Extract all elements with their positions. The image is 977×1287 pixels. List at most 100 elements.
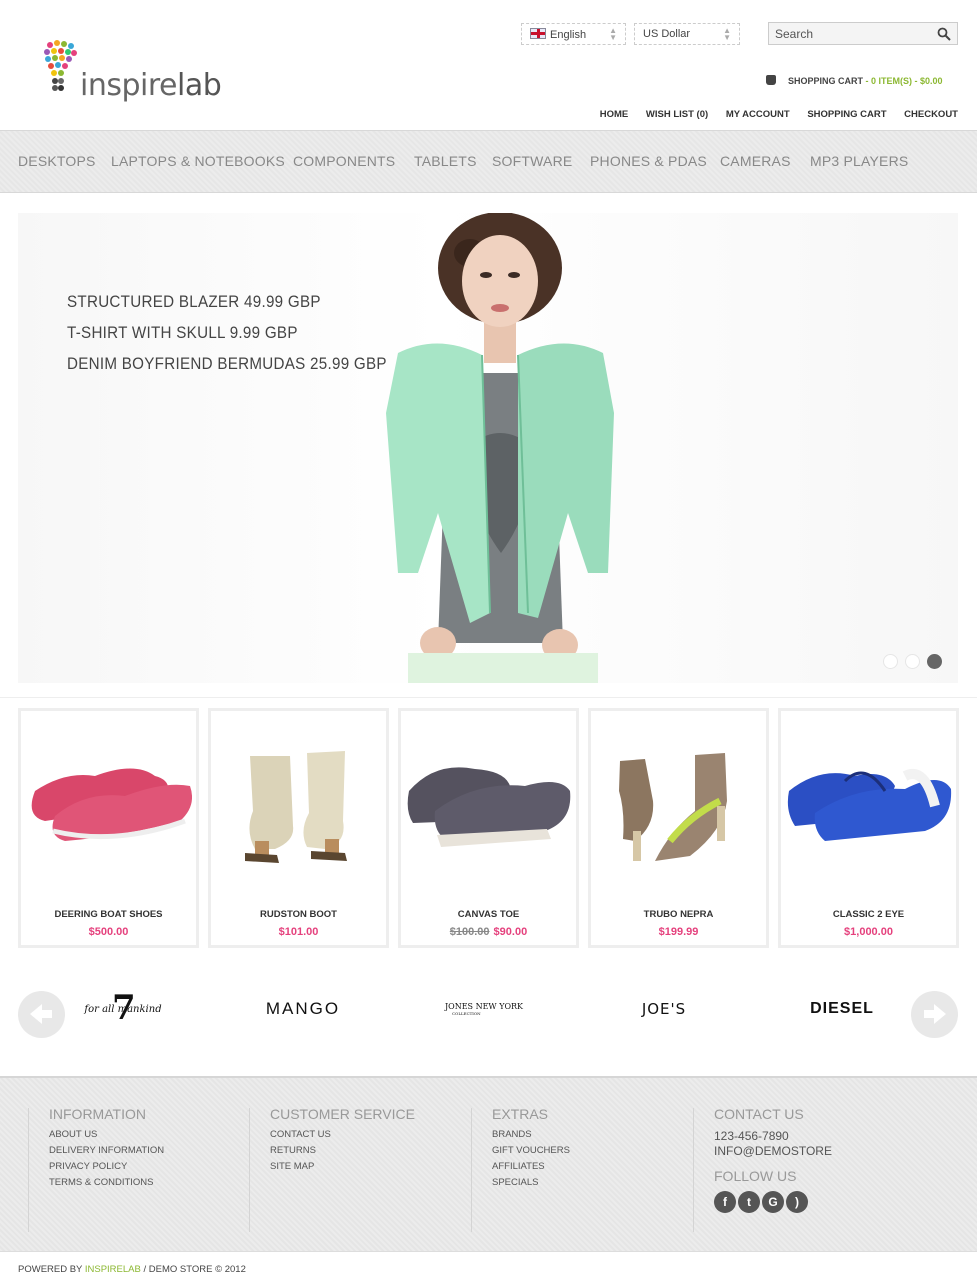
powered-prefix: POWERED BY (18, 1264, 85, 1275)
powered-suffix: / DEMO STORE © 2012 (140, 1264, 246, 1275)
updown-arrow-icon: ▲ ▼ (609, 26, 617, 42)
product-name[interactable]: DEERING BOAT SHOES (21, 909, 196, 920)
nav-item-phones[interactable]: PHONES & PDAS (590, 153, 707, 169)
banner-line: DENIM BOYFRIEND BERMUDAS 25.99 GBP (67, 355, 387, 373)
footer-link-about[interactable]: ABOUT US (49, 1129, 164, 1145)
search-placeholder: Search (775, 27, 814, 41)
product-image (31, 768, 192, 841)
footer-information: INFORMATION ABOUT US DELIVERY INFORMATIO… (49, 1106, 164, 1193)
footer-link-vouchers[interactable]: GIFT VOUCHERS (492, 1145, 570, 1161)
product-card[interactable]: CANVAS TOE $100.00 $90.00 (398, 708, 579, 948)
product-price-current: $500.00 (88, 926, 129, 938)
site-logo[interactable]: inspirelab (42, 40, 222, 104)
bottom-bar: POWERED BY INSPIRELAB / DEMO STORE © 201… (0, 1251, 977, 1287)
powered-brand-link[interactable]: INSPIRELAB (85, 1264, 141, 1275)
slider-dot-1[interactable] (883, 654, 898, 669)
cart-bag-icon (766, 75, 776, 85)
footer-link-contact[interactable]: CONTACT US (270, 1129, 415, 1145)
search-icon[interactable] (937, 27, 951, 41)
product-image (787, 769, 952, 841)
slider-dot-3[interactable] (927, 654, 942, 669)
footer-link-affiliates[interactable]: AFFILIATES (492, 1161, 570, 1177)
product-name[interactable]: RUDSTON BOOT (211, 909, 386, 920)
cart-count: - 0 ITEM(S) - $0.00 (863, 76, 943, 86)
product-card[interactable]: TRUBO NEPRA $199.99 (588, 708, 769, 948)
brands-prev-button[interactable] (18, 991, 65, 1038)
footer-link-sitemap[interactable]: SITE MAP (270, 1161, 415, 1177)
banner-line: STRUCTURED BLAZER 49.99 GBP (67, 293, 321, 311)
brand-seven: 7 (112, 988, 136, 1028)
contact-email[interactable]: INFO@DEMOSTORE (714, 1144, 832, 1159)
nav-item-tablets[interactable]: TABLETS (414, 153, 477, 169)
footer-heading: FOLLOW US (714, 1168, 797, 1184)
product-name[interactable]: CLASSIC 2 EYE (781, 909, 956, 920)
nav-item-laptops[interactable]: LAPTOPS & NOTEBOOKS (111, 153, 285, 169)
brand-logo-diesel[interactable]: DIESEL (796, 990, 888, 1028)
language-value: English (550, 29, 587, 41)
top-links: HOME WISH LIST (0) MY ACCOUNT SHOPPING C… (585, 109, 958, 120)
shopping-cart-summary[interactable]: SHOPPING CART - 0 ITEM(S) - $0.00 (766, 75, 943, 86)
footer-divider (693, 1108, 694, 1232)
product-price: $1,000.00 (781, 926, 956, 938)
footer-customer-service: CUSTOMER SERVICE CONTACT US RETURNS SITE… (270, 1106, 415, 1177)
product-price: $199.99 (591, 926, 766, 938)
footer-heading: CONTACT US (714, 1106, 804, 1122)
product-card[interactable]: RUDSTON BOOT $101.00 (208, 708, 389, 948)
product-price: $100.00 $90.00 (401, 926, 576, 938)
product-name[interactable]: CANVAS TOE (401, 909, 576, 920)
brands-next-button[interactable] (911, 991, 958, 1038)
link-wish-list[interactable]: WISH LIST (0) (646, 109, 708, 120)
product-image (619, 753, 727, 861)
social-icons: f t G) (714, 1191, 832, 1213)
contact-phone: 123-456-7890 (714, 1129, 789, 1143)
site-header: inspirelab English ▲ ▼ US Dollar ▲ ▼ Searc… (0, 0, 977, 130)
footer-link-privacy[interactable]: PRIVACY POLICY (49, 1161, 164, 1177)
search-input[interactable]: Search (768, 22, 958, 45)
nav-item-components[interactable]: COMPONENTS (293, 153, 395, 169)
divider (0, 697, 977, 698)
product-image (245, 751, 347, 863)
footer-link-delivery[interactable]: DELIVERY INFORMATION (49, 1145, 164, 1161)
twitter-icon[interactable]: t (738, 1191, 760, 1213)
brand-logo-mango[interactable]: MANGO (253, 990, 353, 1028)
language-select[interactable]: English ▲ ▼ (521, 23, 626, 45)
slider-dot-2[interactable] (905, 654, 920, 669)
rss-icon[interactable]: ) (786, 1191, 808, 1213)
currency-select[interactable]: US Dollar ▲ ▼ (634, 23, 740, 45)
product-name[interactable]: TRUBO NEPRA (591, 909, 766, 920)
cart-label: SHOPPING CART (788, 76, 864, 86)
brand-sub: COLLECTION (452, 1011, 481, 1016)
hero-slider[interactable]: STRUCTURED BLAZER 49.99 GBP T-SHIRT WITH… (18, 213, 958, 683)
nav-item-desktops[interactable]: DESKTOPS (18, 153, 96, 169)
updown-arrow-icon: ▲ ▼ (723, 26, 731, 42)
product-price: $101.00 (211, 926, 386, 938)
nav-item-cameras[interactable]: CAMERAS (720, 153, 791, 169)
footer-link-specials[interactable]: SPECIALS (492, 1177, 570, 1193)
link-shopping-cart[interactable]: SHOPPING CART (807, 109, 886, 120)
nav-item-software[interactable]: SOFTWARE (492, 153, 572, 169)
nav-item-mp3[interactable]: MP3 PLAYERS (810, 153, 908, 169)
banner-caption: STRUCTURED BLAZER 49.99 GBP T-SHIRT WITH… (67, 293, 415, 386)
footer-link-brands[interactable]: BRANDS (492, 1129, 570, 1145)
brand-logo-7fam[interactable]: for all mankind 7 (82, 988, 164, 1028)
product-card[interactable]: DEERING BOAT SHOES $500.00 (18, 708, 199, 948)
link-home[interactable]: HOME (600, 109, 629, 120)
brand-logo-joes[interactable]: JOE'S (618, 990, 710, 1028)
product-image (407, 767, 571, 847)
model-image (386, 213, 614, 683)
main-nav: DESKTOPS LAPTOPS & NOTEBOOKS COMPONENTS … (0, 130, 977, 193)
footer-link-returns[interactable]: RETURNS (270, 1145, 415, 1161)
footer-divider (28, 1108, 29, 1232)
google-icon[interactable]: G (762, 1191, 784, 1213)
footer-contact: CONTACT US 123-456-7890 INFO@DEMOSTORE F… (714, 1106, 832, 1213)
powered-by: POWERED BY INSPIRELAB / DEMO STORE © 201… (18, 1264, 246, 1275)
product-card[interactable]: CLASSIC 2 EYE $1,000.00 (778, 708, 959, 948)
footer-link-terms[interactable]: TERMS & CONDITIONS (49, 1177, 164, 1193)
link-checkout[interactable]: CHECKOUT (904, 109, 958, 120)
facebook-icon[interactable]: f (714, 1191, 736, 1213)
site-footer: INFORMATION ABOUT US DELIVERY INFORMATIO… (0, 1076, 977, 1251)
brand-name: JONES NEW YORK (444, 1002, 524, 1011)
product-price-current: $101.00 (278, 926, 319, 938)
link-my-account[interactable]: MY ACCOUNT (726, 109, 790, 120)
brand-logo-jones[interactable]: JONES NEW YORK COLLECTION (440, 990, 528, 1028)
